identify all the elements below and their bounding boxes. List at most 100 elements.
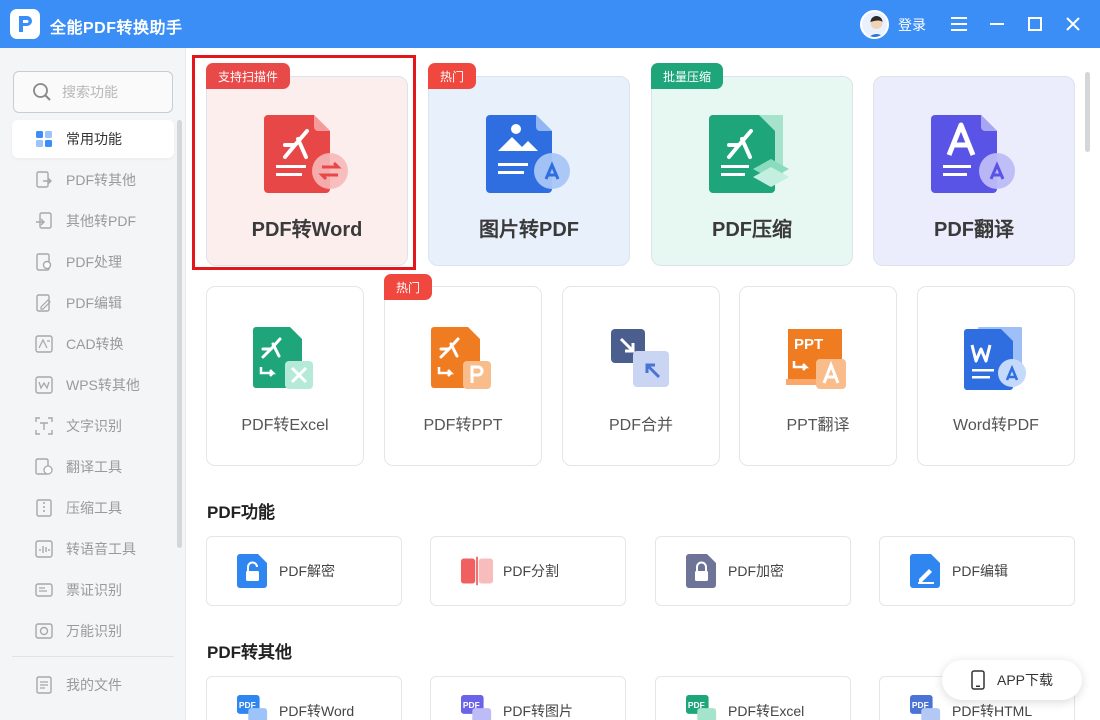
sidebar-item-label: WPS转其他 <box>66 377 140 393</box>
sidebar-item-label: 常用功能 <box>66 131 122 147</box>
card-pdf-edit[interactable]: PDF编辑 <box>879 536 1075 606</box>
edit-icon <box>910 554 942 588</box>
wps-icon <box>34 375 54 395</box>
pdf-to-other-icon <box>34 170 54 190</box>
sidebar-item-label: 我的文件 <box>66 677 122 693</box>
sidebar-scrollbar[interactable] <box>177 120 182 548</box>
pdf-translate-icon <box>931 115 1017 197</box>
section-title-pdf-features: PDF功能 <box>207 503 275 522</box>
minimize-icon[interactable] <box>985 12 1009 36</box>
card-pdf-to-ppt[interactable]: PDF转PPT <box>384 286 542 466</box>
title-bar: 全能PDF转换助手 登录 <box>0 0 1100 48</box>
user-avatar[interactable] <box>860 10 889 39</box>
card-label: PDF转HTML <box>952 703 1033 719</box>
sidebar-item-translate[interactable]: 翻译工具 <box>12 448 174 486</box>
sidebar-item-my-files[interactable]: 我的文件 <box>12 666 174 704</box>
grid-icon <box>34 129 54 149</box>
main-scrollbar[interactable] <box>1085 72 1090 152</box>
app-logo-icon <box>10 9 40 39</box>
close-icon[interactable] <box>1061 12 1085 36</box>
pdf-merge-icon <box>609 327 673 391</box>
unlock-icon <box>237 554 269 588</box>
split-icon <box>461 555 493 587</box>
lock-icon <box>686 554 718 588</box>
section-title-pdf-to-other: PDF转其他 <box>207 643 292 662</box>
sidebar-item-label: 其他转PDF <box>66 213 136 229</box>
sidebar-item-ticket[interactable]: 票证识别 <box>12 571 174 609</box>
sidebar-item-pdf-process[interactable]: PDF处理 <box>12 243 174 281</box>
sidebar-item-voice[interactable]: 转语音工具 <box>12 530 174 568</box>
app-download-label: APP下载 <box>996 672 1053 688</box>
card-word-to-pdf[interactable]: Word转PDF <box>917 286 1075 466</box>
card-ppt-translate[interactable]: PPT PPT翻译 <box>739 286 897 466</box>
sidebar-item-label: 文字识别 <box>66 418 122 434</box>
card-label: PDF转Word <box>251 219 363 241</box>
sidebar-item-label: 转语音工具 <box>66 541 136 557</box>
card-label: PDF翻译 <box>934 219 1014 241</box>
card-label: PDF分割 <box>503 563 559 579</box>
card-label: PDF转图片 <box>503 703 573 719</box>
sidebar-item-label: PDF转其他 <box>66 172 136 188</box>
card-label: PDF转Word <box>279 703 355 719</box>
menu-icon[interactable] <box>947 12 971 36</box>
ppt-translate-icon: PPT <box>786 327 850 391</box>
maximize-icon[interactable] <box>1023 12 1047 36</box>
voice-icon <box>34 539 54 559</box>
ocr-icon <box>34 416 54 436</box>
app-title: 全能PDF转换助手 <box>50 20 183 37</box>
pdf-to-ppt-icon <box>431 327 495 391</box>
app-download-button[interactable]: APP下载 <box>942 660 1082 700</box>
image-to-pdf-icon <box>486 115 572 197</box>
pdf-image-icon: PDF <box>461 695 493 720</box>
card-pdf-to-word-small[interactable]: PDF PDF转Word <box>206 676 402 720</box>
sidebar-item-common[interactable]: 常用功能 <box>12 120 174 158</box>
sidebar-item-label: PDF编辑 <box>66 295 122 311</box>
sidebar-item-compress[interactable]: 压缩工具 <box>12 489 174 527</box>
sidebar-item-universal[interactable]: 万能识别 <box>12 612 174 650</box>
pdf-to-word-icon <box>264 115 350 197</box>
card-label: PDF转Excel <box>241 417 329 434</box>
scan-support-badge: 支持扫描件 <box>206 63 291 89</box>
hot-badge: 热门 <box>428 63 477 89</box>
sidebar-item-cad[interactable]: CAD转换 <box>12 325 174 363</box>
sidebar-item-other-to-pdf[interactable]: 其他转PDF <box>12 202 174 240</box>
login-link[interactable]: 登录 <box>898 15 926 35</box>
batch-compress-badge: 批量压缩 <box>651 63 724 89</box>
hot-badge: 热门 <box>384 274 433 300</box>
phone-icon <box>971 670 989 690</box>
card-pdf-to-word[interactable]: PDF转Word <box>206 76 408 266</box>
search-input[interactable] <box>62 84 162 100</box>
card-label: PDF解密 <box>279 563 335 579</box>
card-image-to-pdf[interactable]: 图片转PDF <box>428 76 630 266</box>
pdf-to-excel-icon <box>253 327 317 391</box>
sidebar-item-label: 票证识别 <box>66 582 122 598</box>
sidebar-item-ocr[interactable]: 文字识别 <box>12 407 174 445</box>
card-label: PDF编辑 <box>952 563 1008 579</box>
card-label: PDF合并 <box>608 417 673 434</box>
translate-icon <box>34 457 54 477</box>
card-pdf-merge[interactable]: PDF合并 <box>562 286 720 466</box>
ticket-icon <box>34 580 54 600</box>
card-pdf-to-image[interactable]: PDF PDF转图片 <box>430 676 626 720</box>
search-box[interactable] <box>13 71 173 113</box>
card-pdf-decrypt[interactable]: PDF解密 <box>206 536 402 606</box>
pdf-html-icon: PDF <box>910 695 942 720</box>
sidebar-item-pdf-edit[interactable]: PDF编辑 <box>12 284 174 322</box>
sidebar-item-label: CAD转换 <box>66 336 124 352</box>
sidebar-item-label: 翻译工具 <box>66 459 122 475</box>
card-pdf-to-excel[interactable]: PDF转Excel <box>206 286 364 466</box>
sidebar: 常用功能 PDF转其他 其他转PDF PDF处理 PDF编辑 CAD转换 WPS… <box>0 48 186 720</box>
card-pdf-translate[interactable]: PDF翻译 <box>873 76 1075 266</box>
word-to-pdf-icon <box>964 325 1028 391</box>
card-pdf-split[interactable]: PDF分割 <box>430 536 626 606</box>
card-pdf-to-excel-small[interactable]: PDF PDF转Excel <box>655 676 851 720</box>
pdf-process-icon <box>34 252 54 272</box>
card-pdf-encrypt[interactable]: PDF加密 <box>655 536 851 606</box>
cad-icon <box>34 334 54 354</box>
pdf-compress-icon <box>709 109 795 197</box>
sidebar-item-label: 万能识别 <box>66 623 122 639</box>
sidebar-item-pdf-to-other[interactable]: PDF转其他 <box>12 161 174 199</box>
svg-text:PPT: PPT <box>794 336 823 353</box>
sidebar-item-wps[interactable]: WPS转其他 <box>12 366 174 404</box>
card-pdf-compress[interactable]: PDF压缩 <box>651 76 853 266</box>
